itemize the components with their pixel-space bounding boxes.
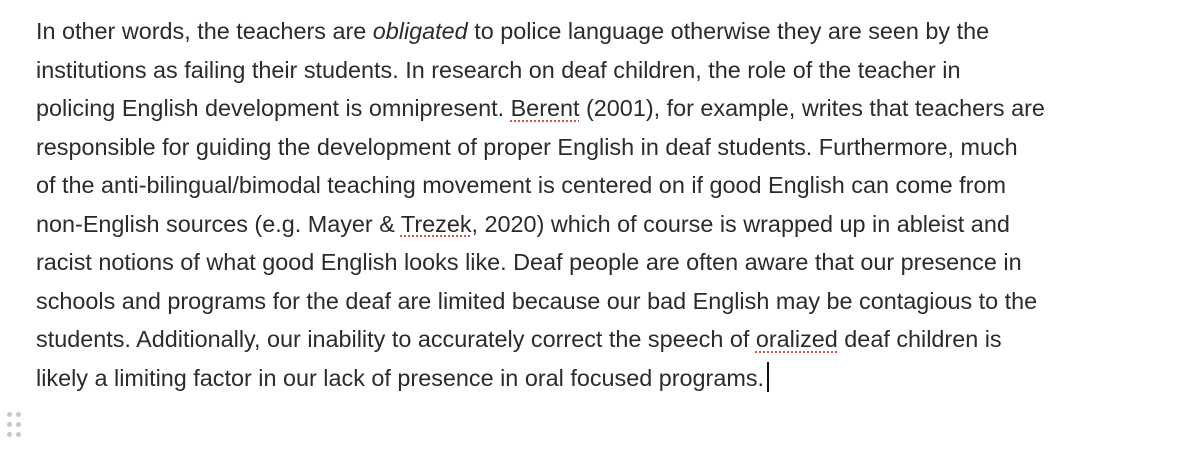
misspelled-word[interactable]: Berent [511,95,580,121]
drag-handle-icon[interactable] [7,412,21,440]
text-line: racist notions of what good English look… [36,249,1022,275]
misspelled-word[interactable]: oralized [756,326,838,352]
text-run: to police language otherwise they are se… [467,18,990,44]
text-run: (2001), for example, writes that teacher… [579,95,1045,121]
text-cursor [767,361,770,392]
text-line: policing English development is omnipres… [36,89,1186,128]
text-line: schools and programs for the deaf are li… [36,287,1038,314]
text-line: likely a limiting factor in our lack of … [36,359,1186,398]
text-run: likely a limiting factor in our lack of … [36,364,765,391]
paragraph[interactable]: In other words, the teachers are obligat… [36,12,1186,397]
text-run: , 2020) which of course is wrapped up in… [471,210,1010,237]
handle-dot [7,422,12,427]
text-run: deaf children is [837,326,1002,352]
text-line: responsible for guiding the development … [36,133,1018,160]
text-line: of the anti-bilingual/bimodal teaching m… [36,172,1006,198]
misspelled-word[interactable]: Trezek [401,211,472,237]
text-line: students. Additionally, our inability to… [36,320,1186,359]
handle-dot [7,412,12,417]
text-line: non-English sources (e.g. Mayer & Trezek… [36,205,1186,244]
text-run: In other words, the teachers are [36,18,373,44]
text-run: non-English sources (e.g. Mayer & [36,210,401,237]
text-line: institutions as failing their students. … [36,56,961,83]
text-line: In other words, the teachers are obligat… [36,12,1186,51]
text-run: policing English development is omnipres… [36,95,511,121]
handle-dot [16,432,21,437]
handle-dot [7,432,12,437]
italic-text: obligated [372,18,468,44]
handle-dot [16,412,21,417]
handle-dot [16,422,21,427]
document-body[interactable]: In other words, the teachers are obligat… [36,12,1186,397]
text-run: students. Additionally, our inability to… [36,326,756,352]
